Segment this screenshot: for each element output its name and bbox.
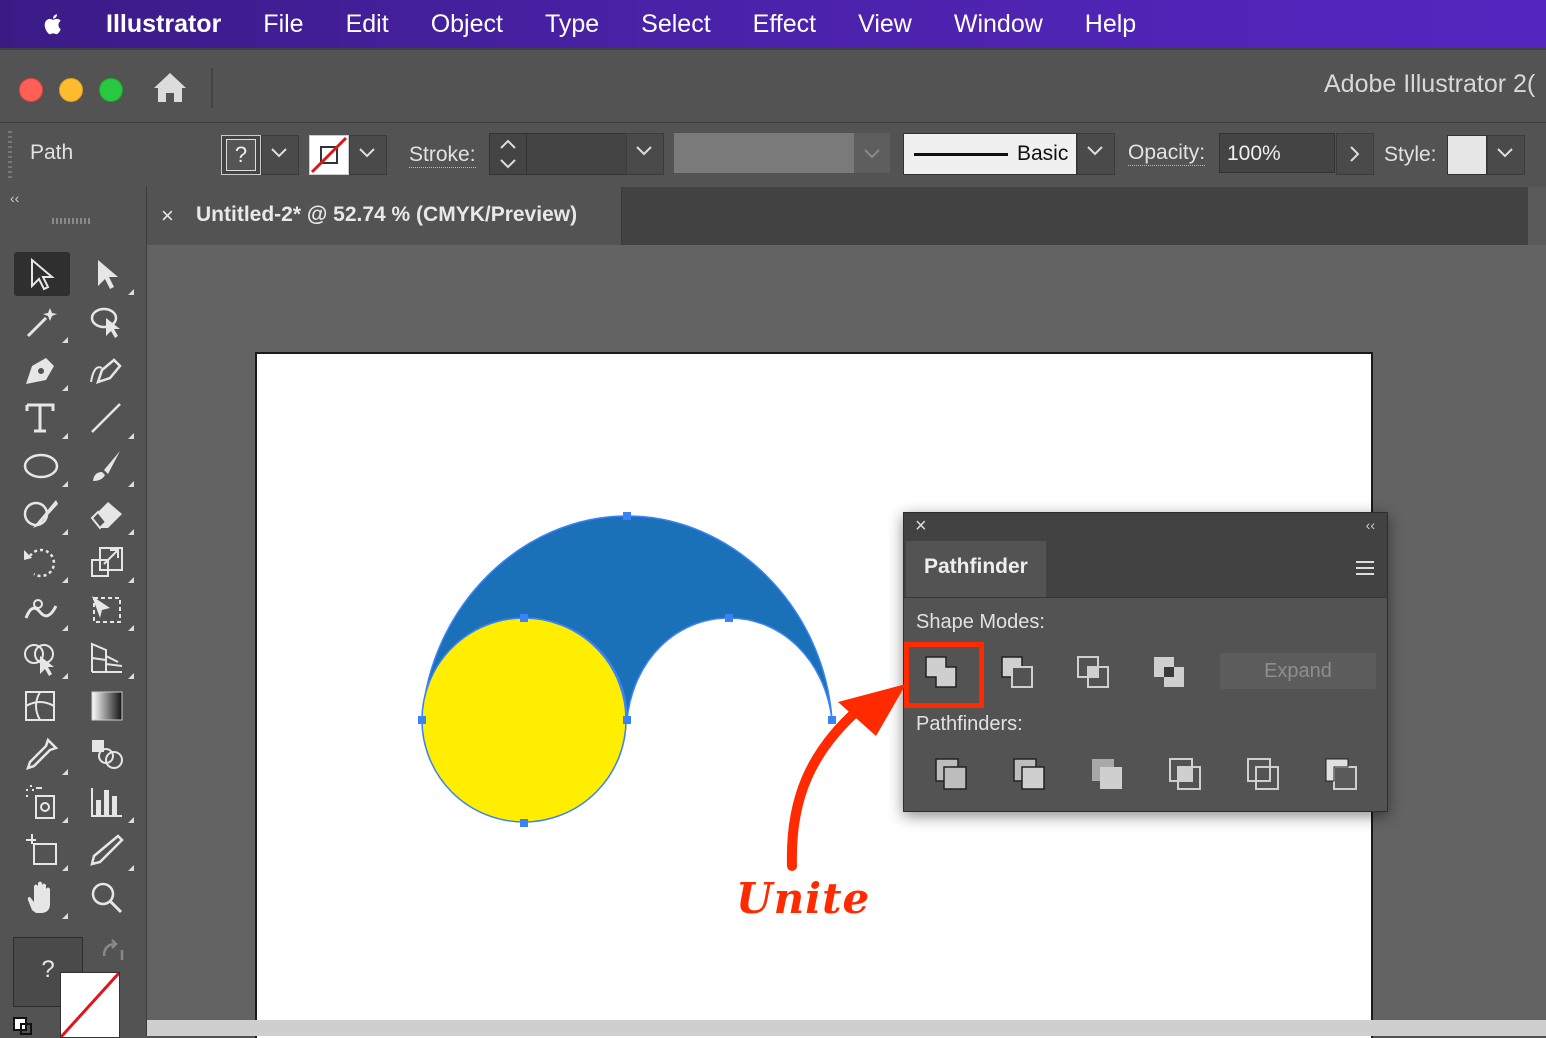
shape-modes-label: Shape Modes:	[916, 611, 1045, 633]
outline-icon[interactable]	[1244, 755, 1284, 795]
panel-header[interactable]: × ‹‹	[904, 513, 1387, 541]
yellow-circle-shape[interactable]	[421, 617, 627, 823]
expand-button[interactable]: Expand	[1220, 653, 1376, 689]
anchor-point[interactable]	[418, 716, 426, 724]
collapse-panel-icon[interactable]: ‹‹	[1366, 517, 1375, 533]
selected-path[interactable]	[421, 515, 833, 823]
minus-front-icon[interactable]	[998, 653, 1038, 693]
merge-icon[interactable]	[1088, 755, 1128, 795]
crop-icon[interactable]	[1166, 755, 1206, 795]
divide-icon[interactable]	[932, 755, 972, 795]
trim-icon[interactable]	[1010, 755, 1050, 795]
tab-pathfinder-label: Pathfinder	[924, 555, 1028, 578]
close-panel-icon[interactable]: ×	[915, 515, 927, 538]
anchor-point[interactable]	[520, 614, 528, 622]
panel-tab-row: Pathfinder	[904, 541, 1387, 598]
anchor-point[interactable]	[623, 512, 631, 520]
unite-callout-label: Unite	[736, 874, 871, 923]
minus-back-icon[interactable]	[1322, 755, 1362, 795]
exclude-icon[interactable]	[1150, 653, 1190, 693]
anchor-point[interactable]	[828, 716, 836, 724]
anchor-point[interactable]	[520, 819, 528, 827]
panel-menu-icon[interactable]	[1355, 560, 1375, 576]
intersect-icon[interactable]	[1074, 653, 1114, 693]
anchor-point[interactable]	[725, 614, 733, 622]
tab-pathfinder[interactable]: Pathfinder	[906, 541, 1046, 597]
pathfinders-label: Pathfinders:	[916, 713, 1023, 735]
anchor-point[interactable]	[623, 716, 631, 724]
unite-highlight-box	[904, 642, 984, 708]
